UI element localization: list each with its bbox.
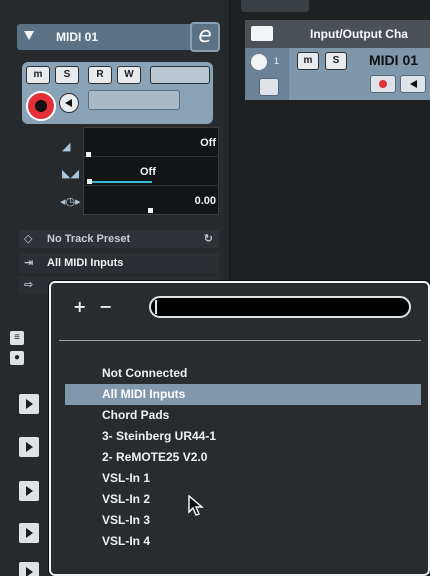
list-item[interactable]: Chord Pads <box>65 405 421 426</box>
list-icon[interactable]: ≡ <box>10 331 24 345</box>
list-item[interactable]: VSL-In 1 <box>65 468 421 489</box>
write-automation-button[interactable]: W <box>117 66 141 84</box>
track-icon-slot: 1 <box>245 48 289 100</box>
volume-icon: ◢ <box>62 141 71 153</box>
play-section-4-icon[interactable] <box>19 523 39 543</box>
record-enable-button[interactable] <box>26 91 56 121</box>
text-cursor <box>155 300 157 314</box>
midi-input-row[interactable]: ⇥ All MIDI Inputs <box>19 253 219 273</box>
track-mute-button[interactable]: m <box>297 52 319 70</box>
list-item[interactable]: VSL-In 4 <box>65 531 421 552</box>
pan-fader[interactable]: Off <box>84 157 220 186</box>
midi-port-icon <box>251 54 267 70</box>
play-section-1-icon[interactable] <box>19 394 39 414</box>
preset-label: No Track Preset <box>47 233 131 245</box>
list-item[interactable]: 2- ReMOTE25 V2.0 <box>65 447 421 468</box>
tracklist-tab[interactable] <box>241 0 309 12</box>
track-solo-button[interactable]: S <box>325 52 347 70</box>
track-header[interactable]: MIDI 01 <box>17 24 219 50</box>
list-item[interactable]: VSL-In 3 <box>65 510 421 531</box>
solo-button[interactable]: S <box>55 66 79 84</box>
output-icon: ⇨ <box>24 279 34 291</box>
spare-button[interactable] <box>150 66 210 84</box>
delay-fader[interactable]: 0.00 <box>84 186 220 215</box>
search-input[interactable] <box>149 296 411 318</box>
midi-input-popup: + − Not Connected All MIDI Inputs Chord … <box>49 281 430 576</box>
separator <box>59 340 421 341</box>
play-section-5-icon[interactable] <box>19 562 39 576</box>
midi-track[interactable]: 1 m S MIDI 01 <box>245 48 430 100</box>
reload-icon[interactable]: ↻ <box>204 230 213 248</box>
delay-handle[interactable] <box>148 208 153 213</box>
volume-fader[interactable]: Off <box>84 128 220 157</box>
info-icon[interactable]: ● <box>10 351 24 365</box>
track-name: MIDI 01 <box>56 30 99 44</box>
track-preset-row[interactable]: ◇ No Track Preset ↻ <box>19 230 219 248</box>
pan-bar <box>92 181 152 183</box>
add-button[interactable]: + <box>73 297 86 316</box>
input-list: Not Connected All MIDI Inputs Chord Pads… <box>65 363 421 552</box>
preset-icon: ◇ <box>24 233 33 245</box>
pan-handle[interactable] <box>87 179 92 184</box>
list-item[interactable]: VSL-In 2 <box>65 489 421 510</box>
pointer-cursor-icon <box>188 495 204 516</box>
track-select-box[interactable] <box>259 78 279 96</box>
read-automation-button[interactable]: R <box>88 66 112 84</box>
remove-button[interactable]: − <box>99 297 112 316</box>
edit-instrument-button[interactable]: e <box>190 22 220 52</box>
pan-icon: ◣◢ <box>62 168 79 180</box>
channel-settings-button[interactable] <box>88 90 180 110</box>
track-monitor-button[interactable] <box>400 75 426 93</box>
play-section-3-icon[interactable] <box>19 481 39 501</box>
collapse-arrow-icon[interactable] <box>24 31 34 40</box>
volume-value: Off <box>200 137 216 149</box>
delay-icon: ◂◷▸ <box>60 196 81 208</box>
list-item-selected[interactable]: All MIDI Inputs <box>65 384 421 405</box>
mute-button[interactable]: m <box>26 66 50 84</box>
list-item[interactable]: 3- Steinberg UR44-1 <box>65 426 421 447</box>
track-number: 1 <box>274 56 280 66</box>
io-channel-title: Input/Output Cha <box>310 27 408 41</box>
folder-icon[interactable] <box>251 26 273 41</box>
track-controls-panel: m S R W <box>22 62 213 124</box>
inspector-faders: Off Off 0.00 <box>83 127 220 215</box>
list-item[interactable]: Not Connected <box>65 363 421 384</box>
track-record-button[interactable] <box>370 75 396 93</box>
monitor-button[interactable] <box>59 93 79 113</box>
delay-value: 0.00 <box>194 195 216 207</box>
play-section-2-icon[interactable] <box>19 437 39 457</box>
input-icon: ⇥ <box>24 257 34 269</box>
track-list-name: MIDI 01 <box>369 52 419 68</box>
pan-value: Off <box>140 166 156 178</box>
tracklist-header: Input/Output Cha <box>245 20 430 48</box>
midi-input-label: All MIDI Inputs <box>47 257 124 269</box>
